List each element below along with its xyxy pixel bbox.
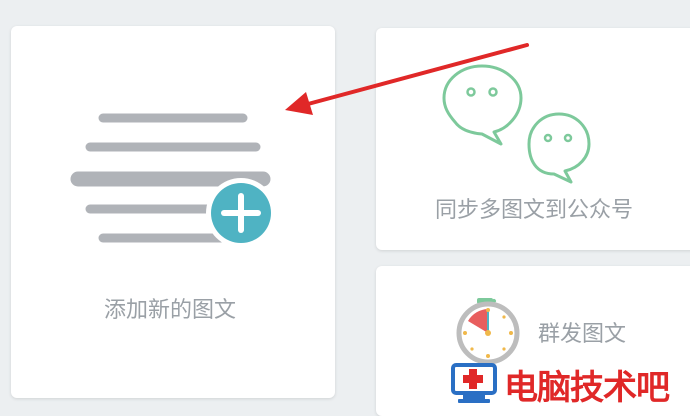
add-new-article-card[interactable]: 添加新的图文 bbox=[11, 26, 335, 398]
computer-logo-icon bbox=[451, 363, 497, 403]
sync-to-official-account-card[interactable]: 同步多图文到公众号 bbox=[376, 28, 690, 250]
sync-to-official-account-label: 同步多图文到公众号 bbox=[435, 198, 634, 223]
add-new-article-label: 添加新的图文 bbox=[104, 298, 237, 323]
mass-send-label: 群发图文 bbox=[538, 322, 627, 347]
watermark-text: 电脑技术吧 bbox=[504, 368, 670, 408]
watermark: 电脑技术吧 bbox=[444, 356, 690, 410]
plus-circle-icon bbox=[206, 178, 276, 248]
